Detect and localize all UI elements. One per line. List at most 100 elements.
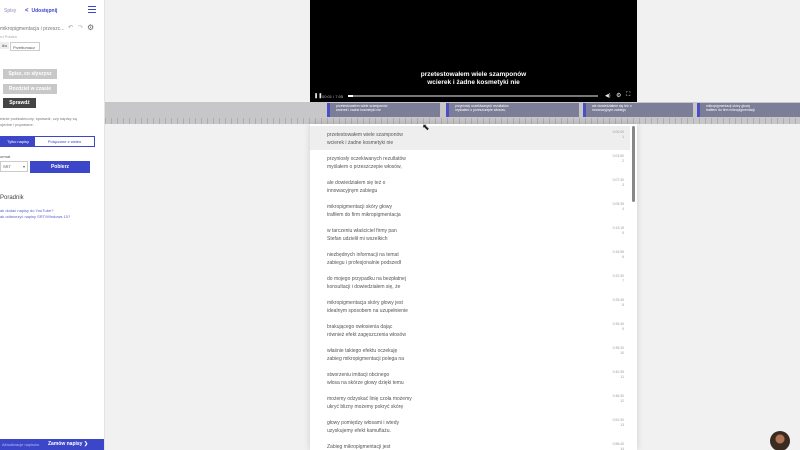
timeline-segment[interactable]: przyniosły oczekiwanych rezultatów myśla…: [446, 103, 579, 117]
gear-icon[interactable]: ⚙: [87, 23, 94, 32]
transcript-text[interactable]: niezbędnych informacji na temat zabiegu i…: [327, 251, 507, 267]
tab-translate[interactable]: Przetłumacz: [10, 42, 40, 51]
transcript-line-2: uzyskujemy efekt kamuflażu.: [327, 428, 391, 434]
transcript-row[interactable]: przyniosły oczekiwanych rezultatów myślał…: [310, 150, 630, 174]
transcript-line-1: mikropigmentacji skóry głowy: [327, 204, 393, 210]
share-label: Udostępnij: [31, 8, 58, 14]
timeline-segment[interactable]: ale dowiedziałem się też o innowacyjnym …: [583, 103, 693, 117]
video-progress-fill: [348, 95, 353, 97]
share-icon: <: [25, 8, 29, 14]
segment-index: 12: [620, 399, 624, 403]
caption-line-1: przetestowałem wiele szamponów: [420, 71, 527, 78]
segment-index: 5: [622, 231, 624, 235]
format-select[interactable]: SRT ▾: [0, 161, 28, 172]
transcript-row[interactable]: brakującego owłosienia dając również efek…: [310, 318, 630, 342]
project-title[interactable]: mikropigmentacja i przeszc...: [0, 26, 64, 32]
transcript-row[interactable]: możemy odzyskać linię czoła możemy ukryć …: [310, 390, 630, 414]
video-player[interactable]: przetestowałem wiele szamponów wcierek i…: [310, 0, 637, 102]
sidebar-bottom-bar: Aktualizacje napisów Zamów napisy ❯: [0, 439, 104, 450]
transcript-text[interactable]: ale dowiedziałem się też o innowacyjnym z…: [327, 179, 507, 195]
chevron-down-icon: ▾: [22, 164, 25, 169]
transcript-line-1: mikropigmentacja skóry głowy jest: [327, 300, 403, 306]
transcript-row[interactable]: Zabieg mikropigmentacji jest 0:56:40 14: [310, 438, 630, 450]
transcript-row[interactable]: mikropigmentacja skóry głowy jest idealny…: [310, 294, 630, 318]
transcript-text[interactable]: mikropigmentacji skóry głowy trafiłem do …: [327, 203, 507, 219]
settings-gear-icon[interactable]: ⚙: [616, 92, 621, 99]
share-button[interactable]: < Udostępnij: [25, 8, 57, 14]
avatar[interactable]: [770, 431, 790, 450]
volume-icon[interactable]: ◀): [605, 93, 611, 99]
transcript-row[interactable]: w tarczeniu właściciel firmy pan Stefan u…: [310, 222, 630, 246]
transcript-text[interactable]: przetestowałem wiele szamponów wcierek i …: [327, 131, 507, 147]
transcript-row[interactable]: właśnie takiego efektu oczekuję zabieg mi…: [310, 342, 630, 366]
transcript-line-1: Zabieg mikropigmentacji jest: [327, 444, 391, 450]
listen-button[interactable]: Spisz, co słyszysz: [3, 69, 57, 79]
transcript-row[interactable]: ale dowiedziałem się też o innowacyjnym z…: [310, 174, 630, 198]
transcript-timecode: 0:56:40 14: [613, 442, 624, 450]
transcript-line-1: przetestowałem wiele szamponów: [327, 132, 403, 138]
transcript-timecode: 0:40:35 11: [613, 370, 624, 380]
transcript-row[interactable]: przetestowałem wiele szamponów wcierek i …: [310, 126, 630, 150]
transcript-panel[interactable]: przetestowałem wiele szamponów wcierek i …: [310, 124, 637, 450]
split-time-button[interactable]: Rozdziel w czasie: [3, 84, 57, 94]
transcript-text[interactable]: stworzeniu imitacji obcinego włosa na skó…: [327, 371, 507, 387]
hamburger-menu-icon[interactable]: [88, 6, 96, 14]
undo-icon[interactable]: ↶: [68, 24, 73, 31]
help-link-srt[interactable]: ak odtworzyć napisy SRT/Windows 10?: [0, 214, 70, 219]
transcript-line-2: myślałem o przeszczepie włosów,: [327, 164, 402, 170]
transcript-line-2: zabiegu i profesjonalnie podszedł: [327, 260, 401, 266]
order-subtitles-button[interactable]: Zamów napisy ❯: [48, 441, 88, 447]
transcript-text[interactable]: możemy odzyskać linię czoła możemy ukryć …: [327, 395, 507, 411]
back-link[interactable]: Spisy: [4, 8, 16, 14]
subtitle-timeline[interactable]: przetestowałem wiele szamponów wcierek i…: [105, 102, 800, 124]
transcript-timecode: 0:46:30 12: [613, 394, 624, 404]
format-value: SRT: [3, 164, 11, 169]
fullscreen-icon[interactable]: ⛶: [626, 92, 630, 99]
segment-line-2: myślałem o przeszczepie włosów,: [455, 108, 506, 112]
segment-index: 2: [622, 159, 624, 163]
transcript-timecode: 0:09:35 4: [613, 202, 624, 212]
transcript-timecode: 0:13:15 5: [613, 226, 624, 236]
timeline-segment[interactable]: mikropigmentacji skóry głowy trafiłem do…: [697, 103, 800, 117]
mouse-cursor-icon: ⬉: [422, 122, 430, 132]
tab-original[interactable]: 8w: [0, 42, 10, 49]
transcript-row[interactable]: do mojego przypadku na bezpłatnej konsult…: [310, 270, 630, 294]
transcript-timecode: 0:22:30 7: [613, 274, 624, 284]
transcript-line-1: do mojego przypadku na bezpłatnej: [327, 276, 406, 282]
timeline-segment[interactable]: przetestowałem wiele szamponów wcierek i…: [327, 103, 440, 117]
transcript-line-2: trafiłem do firm mikropigmentacja: [327, 212, 401, 218]
segment-index: 3: [622, 183, 624, 187]
transcript-line-2: wcierek i żadne kosmetyki nie: [327, 140, 394, 146]
transcript-text[interactable]: Zabieg mikropigmentacji jest: [327, 443, 507, 450]
sidebar: Spisy < Udostępnij mikropigmentacja i prz…: [0, 0, 105, 450]
toggle-with-video[interactable]: Połączone z wideo: [35, 137, 94, 146]
check-button[interactable]: Sprawdź: [3, 98, 36, 108]
transcript-timecode: 0:51:30 13: [613, 418, 624, 428]
transcript-text[interactable]: do mojego przypadku na bezpłatnej konsult…: [327, 275, 507, 291]
updates-link[interactable]: Aktualizacje napisów: [2, 442, 39, 447]
download-button[interactable]: Pobierz: [30, 161, 90, 173]
video-progress-bar[interactable]: [348, 95, 598, 97]
toggle-subtitles-only[interactable]: Tylko napisy: [1, 137, 35, 146]
transcript-scrollbar[interactable]: [632, 126, 635, 202]
transcript-text[interactable]: przyniosły oczekiwanych rezultatów myślał…: [327, 155, 507, 171]
transcript-row[interactable]: mikropigmentacji skóry głowy trafiłem do …: [310, 198, 630, 222]
help-link-youtube[interactable]: ak dodać napisy do YouTube?: [0, 208, 53, 213]
redo-icon[interactable]: ↷: [78, 24, 83, 31]
segment-index: 7: [622, 279, 624, 283]
transcript-row[interactable]: niezbędnych informacji na temat zabiegu i…: [310, 246, 630, 270]
transcript-text[interactable]: głowy pomiędzy włosami i wtedy uzyskujemy…: [327, 419, 507, 435]
transcript-line-2: idealnym sposobem na uzupełnienie: [327, 308, 408, 314]
transcript-row[interactable]: stworzeniu imitacji obcinego włosa na skó…: [310, 366, 630, 390]
help-title: Poradnik: [0, 195, 24, 201]
transcript-line-1: przyniosły oczekiwanych rezultatów: [327, 156, 406, 162]
transcript-text[interactable]: właśnie takiego efektu oczekuję zabieg mi…: [327, 347, 507, 363]
transcript-text[interactable]: mikropigmentacja skóry głowy jest idealny…: [327, 299, 507, 315]
transcript-timecode: 0:15:55 6: [613, 250, 624, 260]
transcript-text[interactable]: brakującego owłosienia dając również efek…: [327, 323, 507, 339]
transcript-line-2: również efekt zagęszczenia włosów: [327, 332, 406, 338]
transcript-text[interactable]: w tarczeniu właściciel firmy pan Stefan u…: [327, 227, 507, 243]
segment-index: 6: [622, 255, 624, 259]
transcript-row[interactable]: głowy pomiędzy włosami i wtedy uzyskujemy…: [310, 414, 630, 438]
transcript-line-1: głowy pomiędzy włosami i wtedy: [327, 420, 399, 426]
